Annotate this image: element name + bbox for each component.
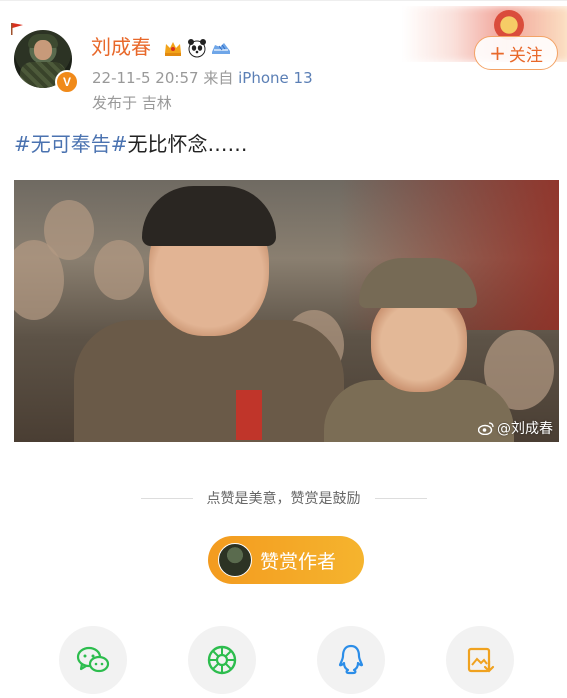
- save-image-icon: [467, 647, 495, 673]
- sneaker-badge-icon: [212, 43, 230, 54]
- wechat-icon: [76, 646, 110, 673]
- post-text: #无可奉告#无比怀念……: [14, 131, 248, 157]
- reward-author-button[interactable]: 赞赏作者: [208, 536, 364, 584]
- share-qq-button[interactable]: [317, 626, 385, 694]
- verified-badge: V: [55, 70, 79, 94]
- share-row: [0, 626, 567, 698]
- watermark-text: @刘成春: [497, 421, 553, 437]
- post-meta: 22-11-5 20:57 来自 iPhone 13: [92, 68, 313, 88]
- post-image[interactable]: @刘成春: [14, 180, 559, 442]
- qq-icon: [338, 644, 364, 675]
- follow-button[interactable]: + 关注: [474, 36, 558, 70]
- flag-icon: [11, 23, 23, 35]
- user-badges: [162, 36, 232, 60]
- follow-label: 关注: [508, 45, 543, 66]
- post-body-text: 无比怀念……: [127, 132, 248, 156]
- crown-badge-icon: [165, 42, 181, 56]
- reward-tagline: 点赞是美意，赞赏是鼓励: [0, 486, 567, 510]
- device-link[interactable]: iPhone 13: [238, 69, 313, 87]
- image-watermark: @刘成春: [478, 418, 553, 438]
- weibo-logo-icon: [478, 422, 494, 435]
- reward-button-label: 赞赏作者: [260, 550, 337, 573]
- plus-icon: +: [489, 41, 506, 65]
- divider-left: [140, 497, 193, 499]
- share-moments-button[interactable]: [188, 626, 256, 694]
- panda-badge-icon: [188, 39, 206, 58]
- moments-icon: [207, 645, 237, 675]
- divider-right: [374, 497, 427, 499]
- source-prefix: 来自: [203, 69, 234, 87]
- top-divider: [0, 0, 567, 1]
- share-wechat-button[interactable]: [59, 626, 127, 694]
- post-timestamp: 22-11-5 20:57: [92, 69, 199, 87]
- reward-tagline-text: 点赞是美意，赞赏是鼓励: [206, 491, 361, 507]
- user-name[interactable]: 刘成春: [91, 35, 151, 59]
- hashtag-link[interactable]: #无可奉告#: [14, 132, 128, 156]
- reward-avatar: [218, 543, 252, 577]
- post-location: 发布于 吉林: [92, 94, 172, 112]
- share-save-image-button[interactable]: [446, 626, 514, 694]
